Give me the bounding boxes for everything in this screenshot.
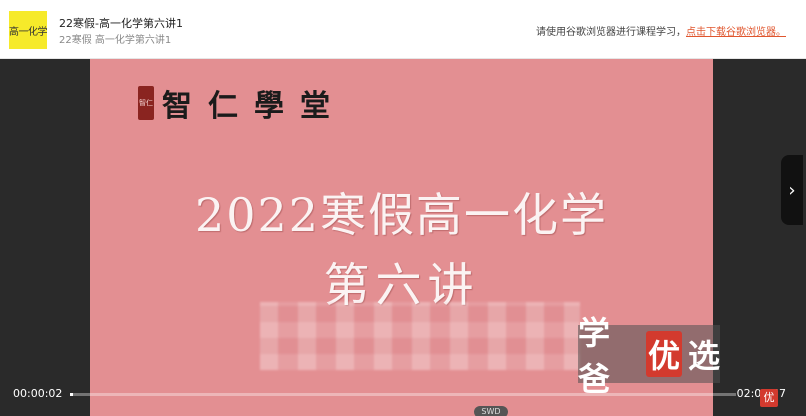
browser-notice-text: 请使用谷歌浏览器进行课程学习， bbox=[536, 27, 686, 38]
watermark-mini-logo: 优 bbox=[760, 389, 778, 407]
progress-fill bbox=[70, 393, 73, 396]
current-time: 00:00:02 bbox=[13, 387, 63, 400]
video-player[interactable]: 智仁 智仁學堂 2022寒假高一化学 第六讲 › 学爸 优 选 00:00:02… bbox=[0, 59, 806, 416]
download-chrome-link[interactable]: 点击下载谷歌浏览器。 bbox=[686, 27, 786, 38]
swd-badge[interactable]: SWD bbox=[474, 406, 508, 416]
school-logo-text: 智仁學堂 bbox=[162, 89, 346, 124]
thumbnail-label: 高一化学 bbox=[9, 26, 48, 38]
watermark-logo: 学爸 优 选 bbox=[578, 314, 720, 398]
watermark-text-2: 选 bbox=[687, 337, 720, 375]
course-thumbnail[interactable]: 高一化学 bbox=[9, 11, 48, 49]
watermark-text-1: 学爸 bbox=[578, 314, 611, 398]
course-header: 高一化学 22寒假-高一化学第六讲1 22寒假 高一化学第六讲1 请使用谷歌浏览… bbox=[0, 0, 806, 59]
next-lesson-button[interactable]: › bbox=[781, 155, 803, 225]
progress-bar[interactable] bbox=[70, 393, 736, 396]
blurred-region bbox=[260, 302, 580, 370]
watermark-highlight: 优 bbox=[645, 331, 682, 377]
seal-stamp: 智仁 bbox=[138, 86, 154, 120]
course-title: 22寒假-高一化学第六讲1 bbox=[59, 17, 183, 30]
slide-title-line1: 2022寒假高一化学 bbox=[194, 188, 609, 242]
course-subtitle: 22寒假 高一化学第六讲1 bbox=[59, 35, 172, 46]
browser-notice: 请使用谷歌浏览器进行课程学习，点击下载谷歌浏览器。 bbox=[536, 23, 786, 38]
chevron-right-icon: › bbox=[788, 179, 796, 201]
school-logo: 智仁 智仁學堂 bbox=[138, 81, 346, 125]
